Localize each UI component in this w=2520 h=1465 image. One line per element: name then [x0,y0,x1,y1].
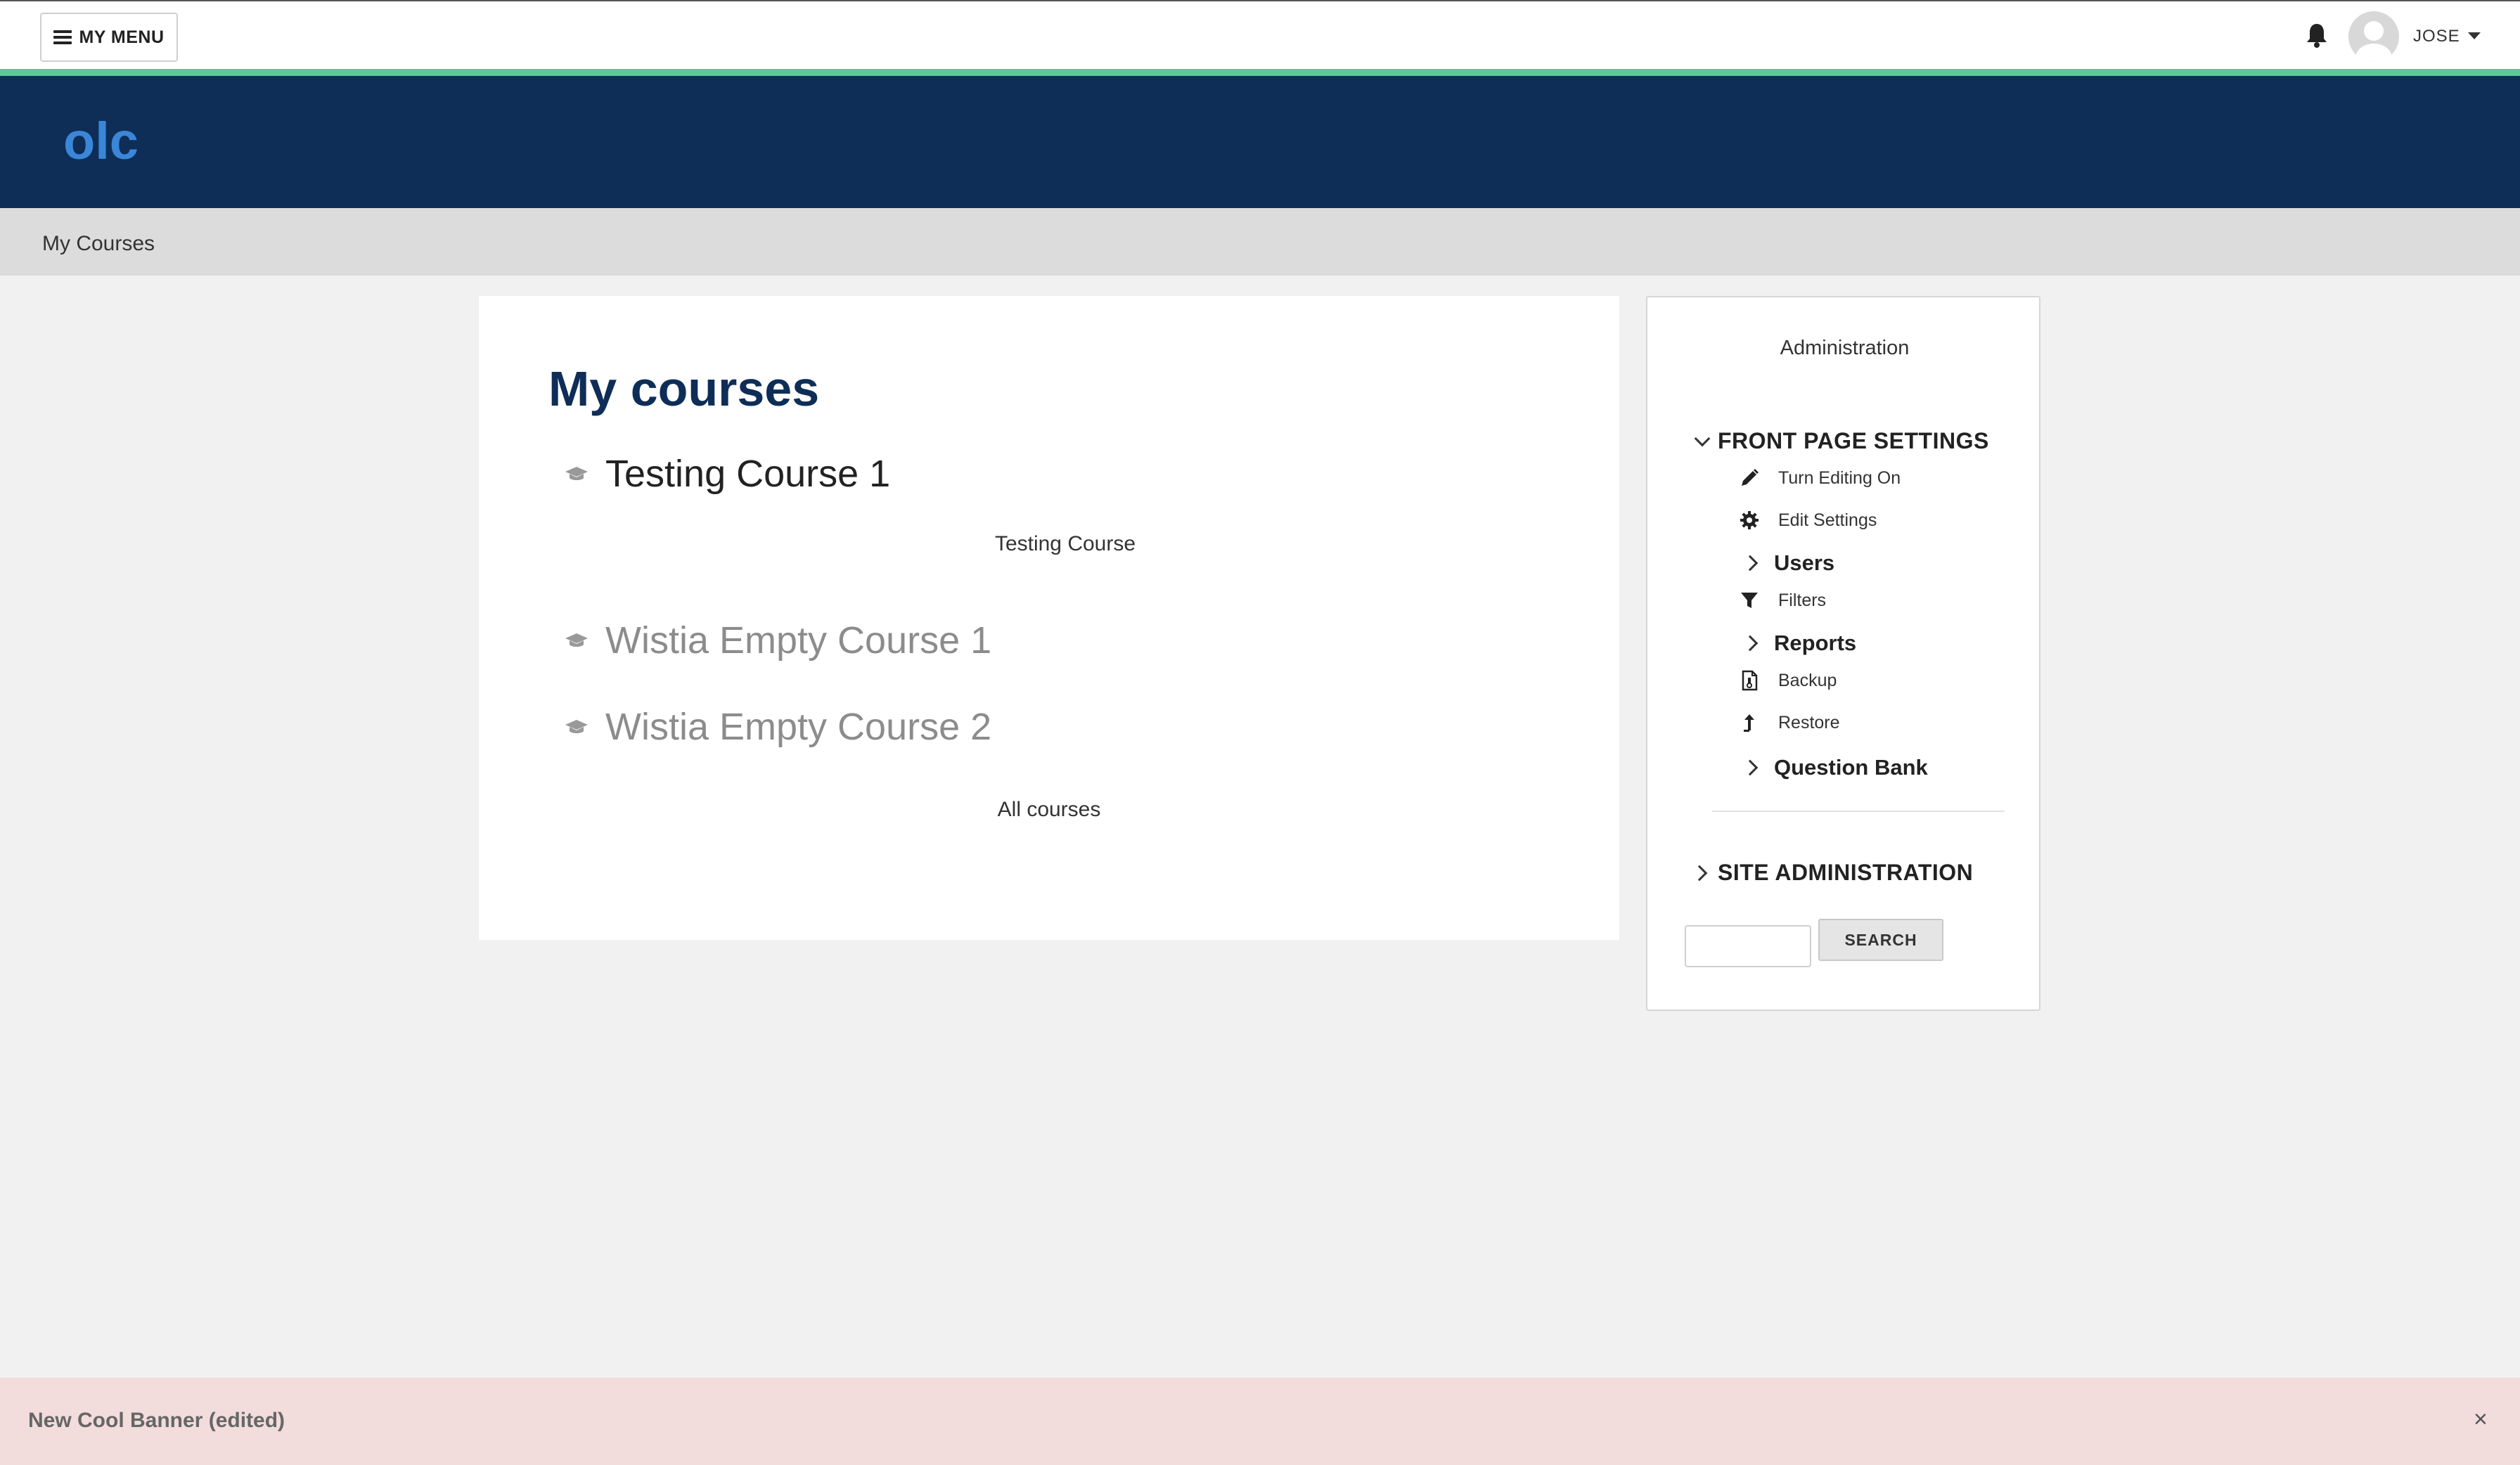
course-link[interactable]: Wistia Empty Course 2 [605,705,991,749]
close-icon[interactable]: × [2474,1406,2488,1433]
graduation-cap-icon [565,720,588,733]
search-button[interactable]: SEARCH [1818,919,1943,961]
avatar[interactable] [2348,11,2399,62]
page-title: My courses [548,361,820,416]
block-title: Administration [1780,337,1910,359]
my-menu-label: MY MENU [79,27,165,47]
pencil-icon [1742,469,1759,486]
course-item[interactable]: Wistia Empty Course 1 [565,619,991,662]
backup-file-icon [1742,670,1758,691]
upload-arrow-icon [1744,714,1754,732]
course-link[interactable]: Wistia Empty Course 1 [605,619,991,662]
backup-item[interactable]: Backup [1739,670,1837,691]
reports-node[interactable]: Reports [1742,631,1857,656]
chevron-down-icon[interactable] [2468,32,2481,39]
front-page-settings-node[interactable]: FRONT PAGE SETTINGS [1694,428,1989,454]
administration-block: Administration FRONT PAGE SETTINGS Turn … [1646,296,2040,1011]
users-node[interactable]: Users [1742,550,1835,576]
banner-text: New Cool Banner (edited) [28,1409,285,1432]
edit-settings-item[interactable]: Edit Settings [1739,510,1877,531]
item-label: Question Bank [1774,755,1928,780]
breadcrumb-item-my-courses[interactable]: My Courses [42,232,155,256]
hamburger-icon [53,30,72,44]
site-logo[interactable]: olc [63,111,139,171]
site-header: olc [0,76,2520,208]
bell-icon[interactable] [2306,22,2327,48]
divider [1712,811,2005,812]
turn-editing-on-item[interactable]: Turn Editing On [1739,467,1901,489]
item-label: Restore [1778,712,1840,732]
graduation-cap-icon [565,633,588,647]
item-label: Backup [1778,670,1837,690]
notification-banner: New Cool Banner (edited) × [0,1378,2520,1465]
filter-icon [1741,593,1758,608]
breadcrumb: My Courses [0,208,2520,276]
chevron-right-icon [1742,555,1759,572]
chevron-right-icon [1742,759,1759,776]
my-courses-card: My courses Testing Course 1 Testing Cour… [479,296,1619,940]
chevron-right-icon [1742,635,1759,652]
top-navbar: MY MENU JOSE [0,0,2520,69]
item-label: Turn Editing On [1778,467,1901,488]
site-administration-node[interactable]: SITE ADMINISTRATION [1691,860,1974,886]
restore-item[interactable]: Restore [1739,712,1840,733]
course-link[interactable]: Testing Course 1 [605,452,890,496]
chevron-right-icon [1691,865,1708,881]
question-bank-node[interactable]: Question Bank [1742,755,1928,780]
site-administration-label: SITE ADMINISTRATION [1718,860,1974,885]
item-label: Reports [1774,631,1857,655]
chevron-down-icon [1694,430,1711,446]
item-label: Users [1774,550,1835,575]
accent-strip [0,69,2520,76]
graduation-cap-icon [565,467,588,480]
course-summary: Testing Course [994,532,1136,555]
item-label: Filters [1778,590,1827,610]
admin-search-input[interactable] [1685,925,1811,967]
front-page-settings-label: FRONT PAGE SETTINGS [1718,428,1989,453]
all-courses-link[interactable]: All courses [479,798,1619,822]
gear-icon [1740,511,1759,529]
course-item[interactable]: Wistia Empty Course 2 [565,705,991,749]
item-label: Edit Settings [1778,510,1877,530]
course-item[interactable]: Testing Course 1 [565,452,890,496]
my-menu-button[interactable]: MY MENU [40,13,178,62]
filters-item[interactable]: Filters [1739,590,1826,611]
user-name[interactable]: JOSE [2413,27,2460,46]
